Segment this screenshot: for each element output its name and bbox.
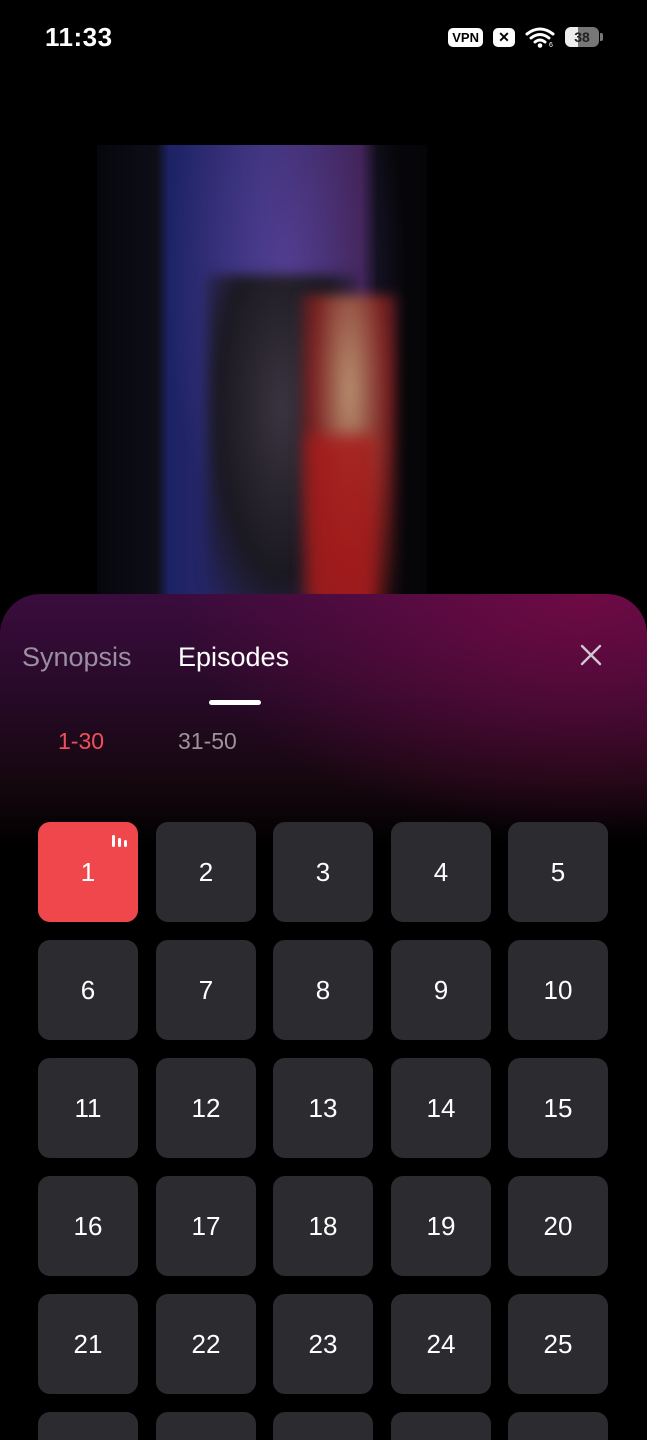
episode-button-30[interactable]: 30 bbox=[508, 1412, 608, 1440]
episode-number: 10 bbox=[543, 974, 573, 1005]
episode-button-13[interactable]: 13 bbox=[273, 1058, 373, 1158]
episodes-sheet: Synopsis Episodes 1-30 31-50 1 2 3 4 5 6 7 8 9 10… bbox=[0, 594, 647, 1440]
x-app-icon: ✕ bbox=[493, 27, 515, 47]
episode-button-24[interactable]: 24 bbox=[391, 1294, 491, 1394]
episode-button-15[interactable]: 15 bbox=[508, 1058, 608, 1158]
episode-button-26[interactable]: 26 bbox=[38, 1412, 138, 1440]
close-icon bbox=[580, 644, 602, 666]
episode-number: 9 bbox=[433, 974, 449, 1005]
episode-button-9[interactable]: 9 bbox=[391, 940, 491, 1040]
vpn-icon: VPN bbox=[448, 27, 483, 47]
episode-button-3[interactable]: 3 bbox=[273, 822, 373, 922]
episode-button-10[interactable]: 10 bbox=[508, 940, 608, 1040]
episode-button-16[interactable]: 16 bbox=[38, 1176, 138, 1276]
episode-button-7[interactable]: 7 bbox=[156, 940, 256, 1040]
episode-number: 23 bbox=[308, 1328, 338, 1359]
status-icons: VPN ✕ 6 38 bbox=[448, 26, 603, 48]
wifi-icon: 6 bbox=[525, 27, 555, 48]
episode-button-11[interactable]: 11 bbox=[38, 1058, 138, 1158]
episode-button-21[interactable]: 21 bbox=[38, 1294, 138, 1394]
battery-tip bbox=[600, 33, 603, 41]
episode-button-20[interactable]: 20 bbox=[508, 1176, 608, 1276]
close-button[interactable] bbox=[576, 640, 606, 670]
range-tab-1-30[interactable]: 1-30 bbox=[58, 728, 104, 755]
episode-number: 19 bbox=[426, 1210, 456, 1241]
episode-number: 20 bbox=[543, 1210, 573, 1241]
episode-number: 22 bbox=[191, 1328, 221, 1359]
range-tab-31-50[interactable]: 31-50 bbox=[178, 728, 237, 755]
episode-number: 25 bbox=[543, 1328, 573, 1359]
episode-button-22[interactable]: 22 bbox=[156, 1294, 256, 1394]
episode-number: 1 bbox=[80, 856, 96, 887]
tab-episodes[interactable]: Episodes bbox=[178, 642, 289, 673]
episode-number: 11 bbox=[74, 1092, 102, 1123]
episode-number: 21 bbox=[73, 1328, 103, 1359]
episode-number: 2 bbox=[198, 856, 214, 887]
episode-number: 7 bbox=[198, 974, 214, 1005]
episode-button-18[interactable]: 18 bbox=[273, 1176, 373, 1276]
episode-button-12[interactable]: 12 bbox=[156, 1058, 256, 1158]
episode-button-25[interactable]: 25 bbox=[508, 1294, 608, 1394]
episode-button-14[interactable]: 14 bbox=[391, 1058, 491, 1158]
episode-number: 4 bbox=[433, 856, 449, 887]
episode-number: 17 bbox=[191, 1210, 221, 1241]
svg-text:6: 6 bbox=[549, 42, 553, 48]
episode-button-4[interactable]: 4 bbox=[391, 822, 491, 922]
sheet-tabs: Synopsis Episodes bbox=[0, 594, 647, 714]
episode-button-29[interactable]: 29 bbox=[391, 1412, 491, 1440]
episode-number: 24 bbox=[426, 1328, 456, 1359]
episode-button-1[interactable]: 1 bbox=[38, 822, 138, 922]
episode-button-6[interactable]: 6 bbox=[38, 940, 138, 1040]
episode-button-27[interactable]: 27 bbox=[156, 1412, 256, 1440]
episode-button-23[interactable]: 23 bbox=[273, 1294, 373, 1394]
episode-number: 3 bbox=[315, 856, 331, 887]
episode-button-2[interactable]: 2 bbox=[156, 822, 256, 922]
tab-synopsis[interactable]: Synopsis bbox=[22, 642, 132, 673]
episode-number: 15 bbox=[543, 1092, 573, 1123]
episode-number: 12 bbox=[191, 1092, 221, 1123]
tab-indicator bbox=[209, 700, 261, 705]
episode-button-19[interactable]: 19 bbox=[391, 1176, 491, 1276]
episode-button-28[interactable]: 28 bbox=[273, 1412, 373, 1440]
episode-button-8[interactable]: 8 bbox=[273, 940, 373, 1040]
episode-button-17[interactable]: 17 bbox=[156, 1176, 256, 1276]
episode-number: 8 bbox=[315, 974, 331, 1005]
episode-number: 18 bbox=[308, 1210, 338, 1241]
episode-number: 13 bbox=[308, 1092, 338, 1123]
episode-number: 5 bbox=[550, 856, 566, 887]
battery-icon: 38 bbox=[565, 27, 599, 47]
episode-number: 14 bbox=[426, 1092, 456, 1123]
episode-number: 6 bbox=[80, 974, 96, 1005]
status-time: 11:33 bbox=[45, 22, 113, 52]
episode-button-5[interactable]: 5 bbox=[508, 822, 608, 922]
status-bar: 11:33 VPN ✕ 6 38 bbox=[0, 0, 647, 76]
episode-number: 16 bbox=[73, 1210, 103, 1241]
video-frame[interactable] bbox=[97, 145, 427, 600]
now-playing-icon bbox=[112, 835, 127, 847]
video-figure-dress bbox=[307, 435, 377, 600]
